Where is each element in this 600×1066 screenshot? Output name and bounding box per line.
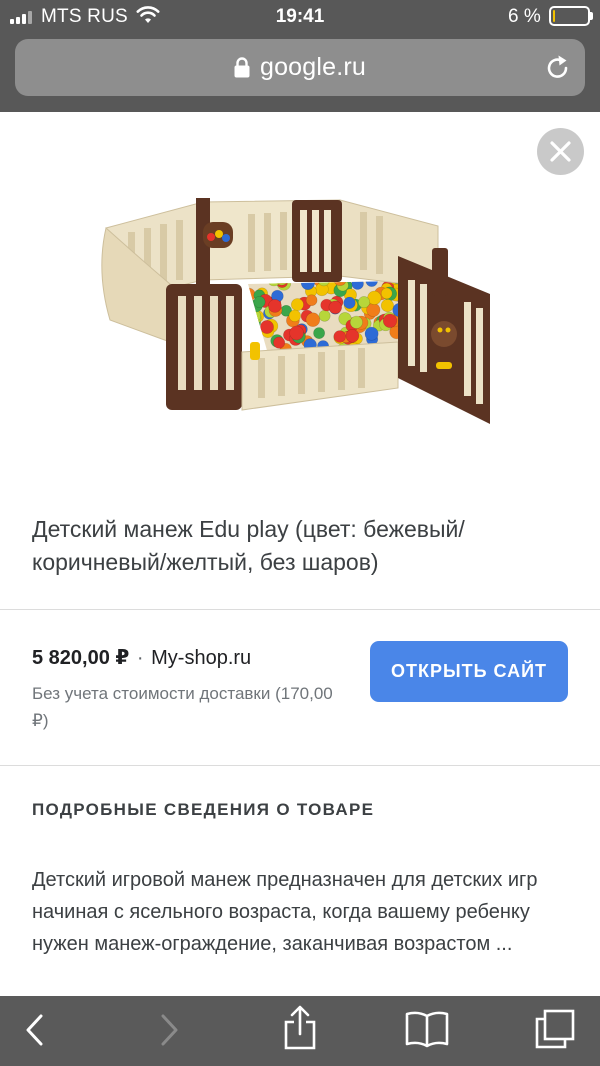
battery-icon bbox=[549, 6, 590, 26]
ball bbox=[328, 300, 343, 315]
ball bbox=[349, 315, 363, 329]
bookmarks-icon[interactable] bbox=[404, 1010, 450, 1048]
ball bbox=[343, 296, 356, 309]
ball bbox=[289, 325, 304, 341]
shop-name: My-shop.ru bbox=[151, 647, 252, 669]
ball bbox=[313, 327, 325, 339]
divider bbox=[0, 609, 600, 610]
open-site-button[interactable]: ОТКРЫТЬ САЙТ bbox=[370, 641, 568, 702]
price-line: 5 820,00 ₽ · My-shop.ru bbox=[32, 645, 251, 670]
bottom-toolbar bbox=[0, 996, 600, 1066]
price: 5 820,00 ₽ bbox=[32, 647, 130, 669]
ball bbox=[382, 313, 398, 328]
product-title: Детский манеж Edu play (цвет: бежевый/ко… bbox=[32, 516, 465, 575]
status-bar: MTS RUS 19:41 6 % bbox=[0, 0, 600, 34]
ball bbox=[260, 320, 274, 334]
ball bbox=[273, 336, 286, 349]
details-heading: ПОДРОБНЫЕ СВЕДЕНИЯ О ТОВАРЕ bbox=[32, 800, 375, 819]
divider bbox=[0, 765, 600, 766]
ball bbox=[248, 309, 262, 323]
ball bbox=[345, 329, 360, 343]
product-image[interactable] bbox=[98, 192, 508, 432]
back-icon[interactable] bbox=[22, 1010, 48, 1050]
url-text[interactable]: google.ru bbox=[260, 53, 366, 82]
address-bar[interactable]: google.ru bbox=[15, 39, 585, 96]
ball bbox=[248, 304, 255, 319]
ball bbox=[290, 298, 304, 311]
ball bbox=[288, 309, 301, 322]
share-icon[interactable] bbox=[282, 1004, 318, 1052]
ball bbox=[318, 309, 331, 322]
battery-level bbox=[553, 10, 555, 22]
ball bbox=[333, 330, 346, 343]
ball bbox=[268, 299, 282, 313]
close-icon bbox=[550, 141, 571, 162]
ball bbox=[248, 287, 256, 302]
ball bbox=[248, 308, 256, 322]
reload-icon[interactable] bbox=[544, 54, 572, 82]
ball bbox=[357, 296, 370, 309]
tabs-icon[interactable] bbox=[534, 1008, 576, 1050]
shipping-note: Без учета стоимости доставки (170,00 ₽) bbox=[32, 684, 333, 730]
browser-chrome: MTS RUS 19:41 6 % google.ru bbox=[0, 0, 600, 112]
ball bbox=[253, 296, 266, 309]
lock-icon bbox=[234, 57, 250, 78]
ball bbox=[305, 294, 318, 306]
ball bbox=[380, 299, 394, 313]
ball bbox=[351, 280, 364, 290]
forward-icon bbox=[161, 1014, 178, 1046]
battery-percent: 6 % bbox=[508, 6, 541, 27]
product-description: Детский игровой манеж предназначен для д… bbox=[32, 869, 538, 955]
battery-tip bbox=[590, 12, 593, 20]
ball bbox=[305, 312, 321, 327]
close-button[interactable] bbox=[537, 128, 584, 175]
ball bbox=[248, 298, 253, 311]
ball bbox=[364, 326, 379, 341]
ball bbox=[464, 280, 470, 285]
ball bbox=[380, 287, 393, 300]
price-separator: · bbox=[136, 647, 144, 669]
